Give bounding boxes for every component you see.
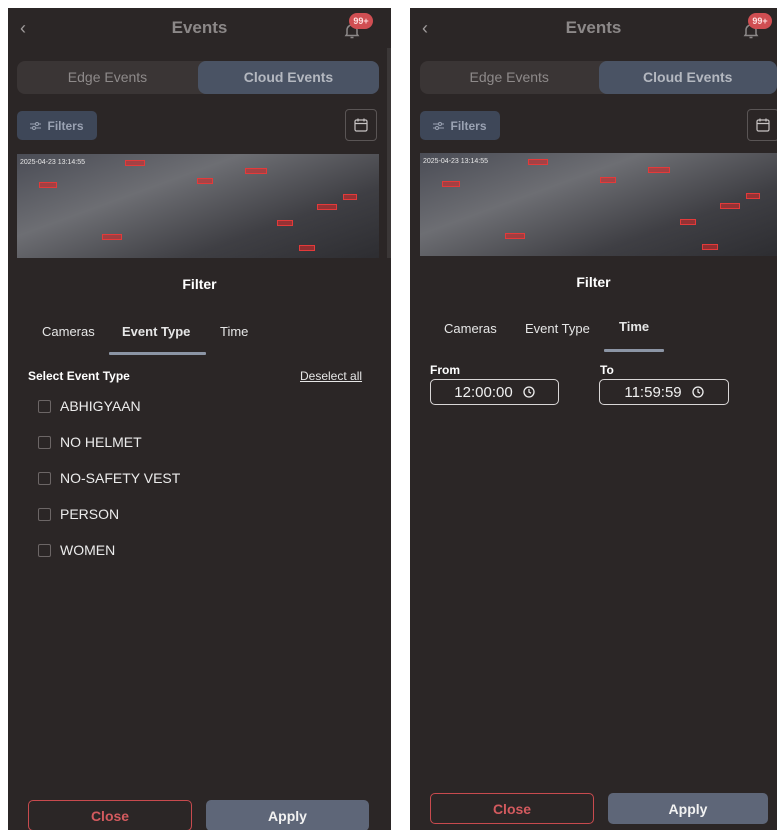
event-type-label: PERSON bbox=[60, 506, 120, 522]
tab-time[interactable]: Time bbox=[619, 319, 649, 334]
detection-box bbox=[720, 203, 740, 209]
tab-edge-events[interactable]: Edge Events bbox=[420, 61, 599, 94]
screen-time-filter: ‹ Events 99+ Edge Events Cloud Events Fi… bbox=[410, 8, 777, 830]
calendar-button[interactable] bbox=[747, 109, 777, 141]
sliders-icon bbox=[30, 121, 42, 130]
checkbox[interactable] bbox=[38, 435, 51, 449]
notification-badge: 99+ bbox=[748, 13, 772, 29]
sliders-icon bbox=[433, 121, 445, 130]
apply-button[interactable]: Apply bbox=[608, 793, 768, 824]
tab-edge-events[interactable]: Edge Events bbox=[17, 61, 198, 94]
page-title: Events bbox=[565, 18, 622, 37]
clock-icon bbox=[691, 386, 704, 398]
from-label: From bbox=[430, 363, 460, 377]
filter-tabs: Cameras Event Type Time bbox=[8, 324, 391, 355]
detection-box bbox=[505, 233, 525, 239]
event-type-option[interactable]: ABHIGYAAN bbox=[38, 398, 141, 414]
tab-cameras[interactable]: Cameras bbox=[42, 324, 95, 339]
detection-box bbox=[299, 245, 315, 251]
camera-snapshot[interactable]: 2025-04-23 13:14:55 bbox=[17, 154, 379, 258]
tab-event-type[interactable]: Event Type bbox=[122, 324, 190, 339]
event-type-label: WOMEN bbox=[60, 542, 116, 558]
detection-box bbox=[680, 219, 696, 225]
to-label: To bbox=[600, 363, 614, 377]
event-type-option[interactable]: NO-SAFETY VEST bbox=[38, 470, 180, 486]
notifications-button[interactable]: 99+ bbox=[738, 13, 772, 44]
filter-sheet: Filter Cameras Event Type Time From 12:0… bbox=[410, 256, 777, 830]
close-button[interactable]: Close bbox=[28, 800, 192, 830]
event-source-tabs: Edge Events Cloud Events bbox=[17, 61, 379, 94]
event-type-option[interactable]: WOMEN bbox=[38, 542, 115, 558]
screen-event-type-filter: ‹ Events 99+ Edge Events Cloud Events Fi… bbox=[8, 8, 391, 830]
detection-box bbox=[648, 167, 670, 173]
event-type-option[interactable]: PERSON bbox=[38, 506, 119, 522]
active-tab-indicator bbox=[604, 349, 664, 352]
detection-box bbox=[317, 204, 337, 210]
detection-box bbox=[343, 194, 357, 200]
notifications-button[interactable]: 99+ bbox=[339, 13, 373, 44]
calendar-button[interactable] bbox=[345, 109, 377, 141]
detection-box bbox=[197, 178, 213, 184]
detection-box bbox=[245, 168, 267, 174]
detection-box bbox=[702, 244, 718, 250]
event-type-label: NO-SAFETY VEST bbox=[60, 470, 181, 486]
detection-box bbox=[277, 220, 293, 226]
apply-button[interactable]: Apply bbox=[206, 800, 369, 830]
detection-box bbox=[528, 159, 548, 165]
app-header: ‹ Events 99+ bbox=[410, 8, 777, 50]
scrollbar[interactable] bbox=[387, 48, 391, 268]
from-time-value: 12:00:00 bbox=[454, 383, 513, 401]
filters-label: Filters bbox=[47, 118, 84, 133]
filters-label: Filters bbox=[450, 118, 487, 133]
event-type-label: NO HELMET bbox=[60, 434, 142, 450]
calendar-icon bbox=[354, 118, 368, 132]
app-header: ‹ Events 99+ bbox=[8, 8, 391, 50]
calendar-icon bbox=[756, 118, 770, 132]
sheet-title: Filter bbox=[182, 276, 217, 292]
filter-tabs: Cameras Event Type Time bbox=[410, 319, 777, 352]
tab-cloud-events[interactable]: Cloud Events bbox=[198, 61, 379, 94]
detection-box bbox=[746, 193, 760, 199]
camera-timestamp: 2025-04-23 13:14:55 bbox=[423, 158, 488, 165]
detection-box bbox=[600, 177, 616, 183]
camera-timestamp: 2025-04-23 13:14:55 bbox=[20, 159, 85, 166]
notification-badge: 99+ bbox=[349, 13, 373, 29]
detection-box bbox=[102, 234, 122, 240]
close-button[interactable]: Close bbox=[430, 793, 594, 824]
checkbox[interactable] bbox=[38, 543, 51, 557]
detection-box bbox=[39, 182, 57, 188]
filters-button[interactable]: Filters bbox=[420, 111, 500, 140]
to-time-field[interactable]: 11:59:59 bbox=[599, 379, 729, 405]
filter-sheet: Filter Cameras Event Type Time Select Ev… bbox=[8, 258, 391, 830]
detection-box bbox=[125, 160, 145, 166]
checkbox[interactable] bbox=[38, 399, 51, 413]
clock-icon bbox=[523, 386, 535, 398]
event-type-option[interactable]: NO HELMET bbox=[38, 434, 142, 450]
from-time-field[interactable]: 12:00:00 bbox=[430, 379, 559, 405]
detection-box bbox=[442, 181, 460, 187]
tab-cameras[interactable]: Cameras bbox=[444, 321, 497, 336]
checkbox[interactable] bbox=[38, 507, 51, 521]
filters-button[interactable]: Filters bbox=[17, 111, 97, 140]
event-type-label: ABHIGYAAN bbox=[60, 398, 141, 414]
to-time-value: 11:59:59 bbox=[624, 383, 682, 401]
select-event-type-label: Select Event Type bbox=[28, 369, 130, 383]
tab-cloud-events[interactable]: Cloud Events bbox=[598, 61, 777, 94]
tab-time[interactable]: Time bbox=[220, 324, 248, 339]
checkbox[interactable] bbox=[38, 471, 51, 485]
active-tab-indicator bbox=[109, 352, 206, 355]
page-title: Events bbox=[171, 18, 228, 37]
tab-event-type[interactable]: Event Type bbox=[525, 321, 590, 336]
camera-snapshot[interactable]: 2025-04-23 13:14:55 bbox=[420, 153, 777, 257]
sheet-title: Filter bbox=[576, 274, 611, 290]
event-source-tabs: Edge Events Cloud Events bbox=[420, 61, 777, 94]
deselect-all-link[interactable]: Deselect all bbox=[300, 369, 362, 383]
